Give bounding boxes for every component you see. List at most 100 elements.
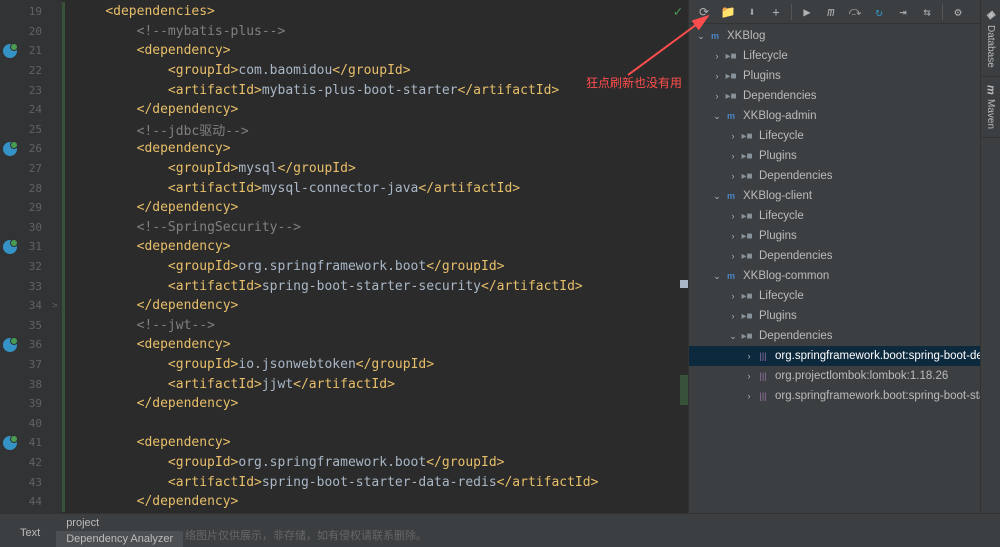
- line-number: 23: [0, 80, 48, 100]
- tree-item[interactable]: ›|||org.springframework.boot:spring-boot…: [689, 346, 1000, 366]
- code-line[interactable]: <artifactId>spring-boot-starter-security…: [62, 276, 688, 296]
- code-line[interactable]: <dependency>: [62, 139, 688, 159]
- code-line[interactable]: <dependency>: [62, 335, 688, 355]
- library-icon: |||: [755, 349, 771, 363]
- code-editor[interactable]: 1920212223242526272829303132333435363738…: [0, 0, 688, 513]
- tree-item[interactable]: ›▸■Plugins: [689, 306, 1000, 326]
- fold-toggle[interactable]: >: [50, 301, 60, 311]
- run-icon[interactable]: ▶: [796, 2, 818, 22]
- folder-icon: ▸■: [739, 169, 755, 183]
- skip-icon[interactable]: ⤼: [844, 2, 866, 22]
- chevron-down-icon[interactable]: ⌄: [711, 110, 723, 122]
- dependency-icon[interactable]: [2, 43, 18, 59]
- chevron-right-icon[interactable]: ›: [727, 250, 739, 262]
- tree-item[interactable]: ›▸■Lifecycle: [689, 126, 1000, 146]
- library-icon: |||: [755, 369, 771, 383]
- tree-item[interactable]: ›▸■Dependencies: [689, 86, 1000, 106]
- code-line[interactable]: <!--SpringSecurity-->: [62, 218, 688, 238]
- chevron-right-icon[interactable]: ›: [711, 70, 723, 82]
- fold-gutter[interactable]: >: [48, 0, 62, 513]
- line-number-gutter: 1920212223242526272829303132333435363738…: [0, 0, 48, 513]
- code-line[interactable]: <dependency>: [62, 41, 688, 61]
- code-line[interactable]: </dependency>: [62, 198, 688, 218]
- database-tab[interactable]: ◈Database: [981, 0, 1000, 77]
- code-line[interactable]: <dependency>: [62, 237, 688, 257]
- dependency-icon[interactable]: [2, 239, 18, 255]
- tree-item[interactable]: ›▸■Dependencies: [689, 166, 1000, 186]
- code-line[interactable]: </dependency>: [62, 296, 688, 316]
- line-number: 41: [0, 433, 48, 453]
- code-line[interactable]: <groupId>org.springframework.boot</group…: [62, 453, 688, 473]
- expand-icon[interactable]: ⇆: [916, 2, 938, 22]
- code-line[interactable]: <artifactId>mysql-connector-java</artifa…: [62, 178, 688, 198]
- download-icon[interactable]: ⬇: [741, 2, 763, 22]
- settings-icon[interactable]: ⚙: [947, 2, 969, 22]
- tree-item[interactable]: ›▸■Lifecycle: [689, 286, 1000, 306]
- tree-item[interactable]: ›|||org.springframework.boot:spring-boot…: [689, 386, 1000, 406]
- bottom-text-tab[interactable]: Text: [0, 527, 40, 547]
- chevron-right-icon[interactable]: ›: [711, 50, 723, 62]
- sync-icon[interactable]: ↻: [868, 2, 890, 22]
- open-icon[interactable]: 📁: [717, 2, 739, 22]
- code-line[interactable]: <!--mybatis-plus-->: [62, 22, 688, 42]
- code-line[interactable]: <groupId>mysql</groupId>: [62, 159, 688, 179]
- add-icon[interactable]: +: [765, 2, 787, 22]
- code-line[interactable]: </dependency>: [62, 100, 688, 120]
- line-number: 44: [0, 492, 48, 512]
- chevron-down-icon[interactable]: ⌄: [727, 330, 739, 342]
- tree-item[interactable]: ›▸■Lifecycle: [689, 46, 1000, 66]
- m-icon[interactable]: m: [820, 2, 842, 22]
- line-number: 43: [0, 472, 48, 492]
- dependency-icon[interactable]: [2, 141, 18, 157]
- line-number: 24: [0, 100, 48, 120]
- chevron-down-icon[interactable]: ⌄: [695, 30, 707, 42]
- chevron-right-icon[interactable]: ›: [727, 170, 739, 182]
- code-line[interactable]: <artifactId>jjwt</artifactId>: [62, 374, 688, 394]
- collapse-icon[interactable]: ⇥: [892, 2, 914, 22]
- tree-item[interactable]: ⌄mXKBlog-admin: [689, 106, 1000, 126]
- change-marker: [62, 2, 65, 42]
- refresh-icon[interactable]: ⟳: [693, 2, 715, 22]
- tree-item[interactable]: ›▸■Plugins: [689, 146, 1000, 166]
- tree-item[interactable]: ›▸■Plugins: [689, 66, 1000, 86]
- tree-item[interactable]: ›▸■Plugins: [689, 226, 1000, 246]
- tree-item[interactable]: ⌄▸■Dependencies: [689, 326, 1000, 346]
- code-line[interactable]: </dependency>: [62, 492, 688, 512]
- tree-item[interactable]: ⌄mXKBlog-client: [689, 186, 1000, 206]
- chevron-right-icon[interactable]: ›: [743, 390, 755, 402]
- tree-item[interactable]: ›|||org.projectlombok:lombok:1.18.26: [689, 366, 1000, 386]
- code-line[interactable]: <dependency>: [62, 433, 688, 453]
- dependency-icon[interactable]: [2, 435, 18, 451]
- chevron-right-icon[interactable]: ›: [727, 130, 739, 142]
- chevron-right-icon[interactable]: ›: [711, 90, 723, 102]
- tree-item[interactable]: ⌄mXKBlog: [689, 26, 1000, 46]
- toolbar-separator: [942, 4, 943, 20]
- tree-item[interactable]: ›▸■Dependencies: [689, 246, 1000, 266]
- code-line[interactable]: [62, 413, 688, 433]
- maven-tab-icon: m: [985, 85, 997, 95]
- chevron-right-icon[interactable]: ›: [743, 350, 755, 362]
- code-line[interactable]: <groupId>org.springframework.boot</group…: [62, 257, 688, 277]
- chevron-down-icon[interactable]: ⌄: [711, 270, 723, 282]
- tree-item[interactable]: ⌄mXKBlog-common: [689, 266, 1000, 286]
- tree-item-label: Plugins: [759, 310, 797, 322]
- code-line[interactable]: <artifactId>spring-boot-starter-data-red…: [62, 472, 688, 492]
- chevron-right-icon[interactable]: ›: [727, 210, 739, 222]
- maven-project-tree[interactable]: ⌄mXKBlog›▸■Lifecycle›▸■Plugins›▸■Depende…: [689, 24, 1000, 513]
- code-line[interactable]: <groupId>io.jsonwebtoken</groupId>: [62, 355, 688, 375]
- chevron-down-icon[interactable]: ⌄: [711, 190, 723, 202]
- chevron-right-icon[interactable]: ›: [727, 310, 739, 322]
- maven-tab[interactable]: mMaven: [981, 77, 1000, 138]
- chevron-right-icon[interactable]: ›: [743, 370, 755, 382]
- code-line[interactable]: <!--jdbc驱动-->: [62, 120, 688, 140]
- chevron-right-icon[interactable]: ›: [727, 150, 739, 162]
- code-line[interactable]: <!--jwt-->: [62, 316, 688, 336]
- chevron-right-icon[interactable]: ›: [727, 230, 739, 242]
- line-number: 31: [0, 237, 48, 257]
- code-line[interactable]: </dependency>: [62, 394, 688, 414]
- dependency-icon[interactable]: [2, 337, 18, 353]
- chevron-right-icon[interactable]: ›: [727, 290, 739, 302]
- tree-item[interactable]: ›▸■Lifecycle: [689, 206, 1000, 226]
- line-number: 42: [0, 453, 48, 473]
- code-line[interactable]: <dependencies>: [62, 2, 688, 22]
